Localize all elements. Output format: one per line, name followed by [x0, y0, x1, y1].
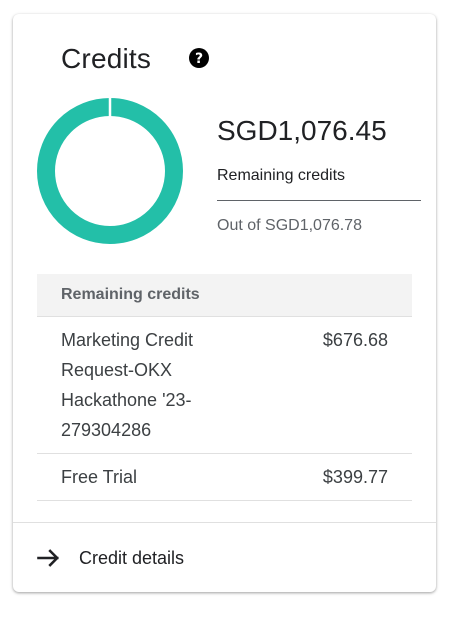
- credit-value: $399.77: [322, 467, 388, 487]
- svg-text:?: ?: [195, 51, 203, 67]
- remaining-credits-donut: [37, 98, 183, 244]
- credit-name: Free Trial: [61, 467, 138, 487]
- credit-details-label: Credit details: [79, 547, 185, 568]
- credits-card: Credits ? SGD1,076.45 Remaining credits …: [13, 14, 436, 592]
- table-header: Remaining credits: [37, 274, 412, 317]
- card-title: Credits: [61, 43, 152, 74]
- donut-ring: [37, 98, 183, 244]
- total-credits: Out of SGD1,076.78: [217, 217, 362, 234]
- credit-value: $676.68: [322, 330, 388, 350]
- table-row: Marketing Credit Request-OKX Hackathone …: [37, 317, 412, 454]
- credit-details-link[interactable]: Credit details: [35, 542, 184, 574]
- credits-table: Remaining credits Marketing Credit Reque…: [37, 274, 412, 501]
- divider: [217, 200, 421, 201]
- credit-name: Marketing Credit Request-OKX Hackathone …: [61, 330, 194, 440]
- help-circle-icon[interactable]: ?: [188, 47, 210, 69]
- arrow-right-icon: [37, 549, 59, 567]
- footer-divider: [13, 522, 436, 523]
- remaining-label: Remaining credits: [217, 167, 346, 184]
- remaining-amount: SGD1,076.45: [217, 115, 387, 146]
- table-row: Free Trial $399.77: [37, 454, 412, 501]
